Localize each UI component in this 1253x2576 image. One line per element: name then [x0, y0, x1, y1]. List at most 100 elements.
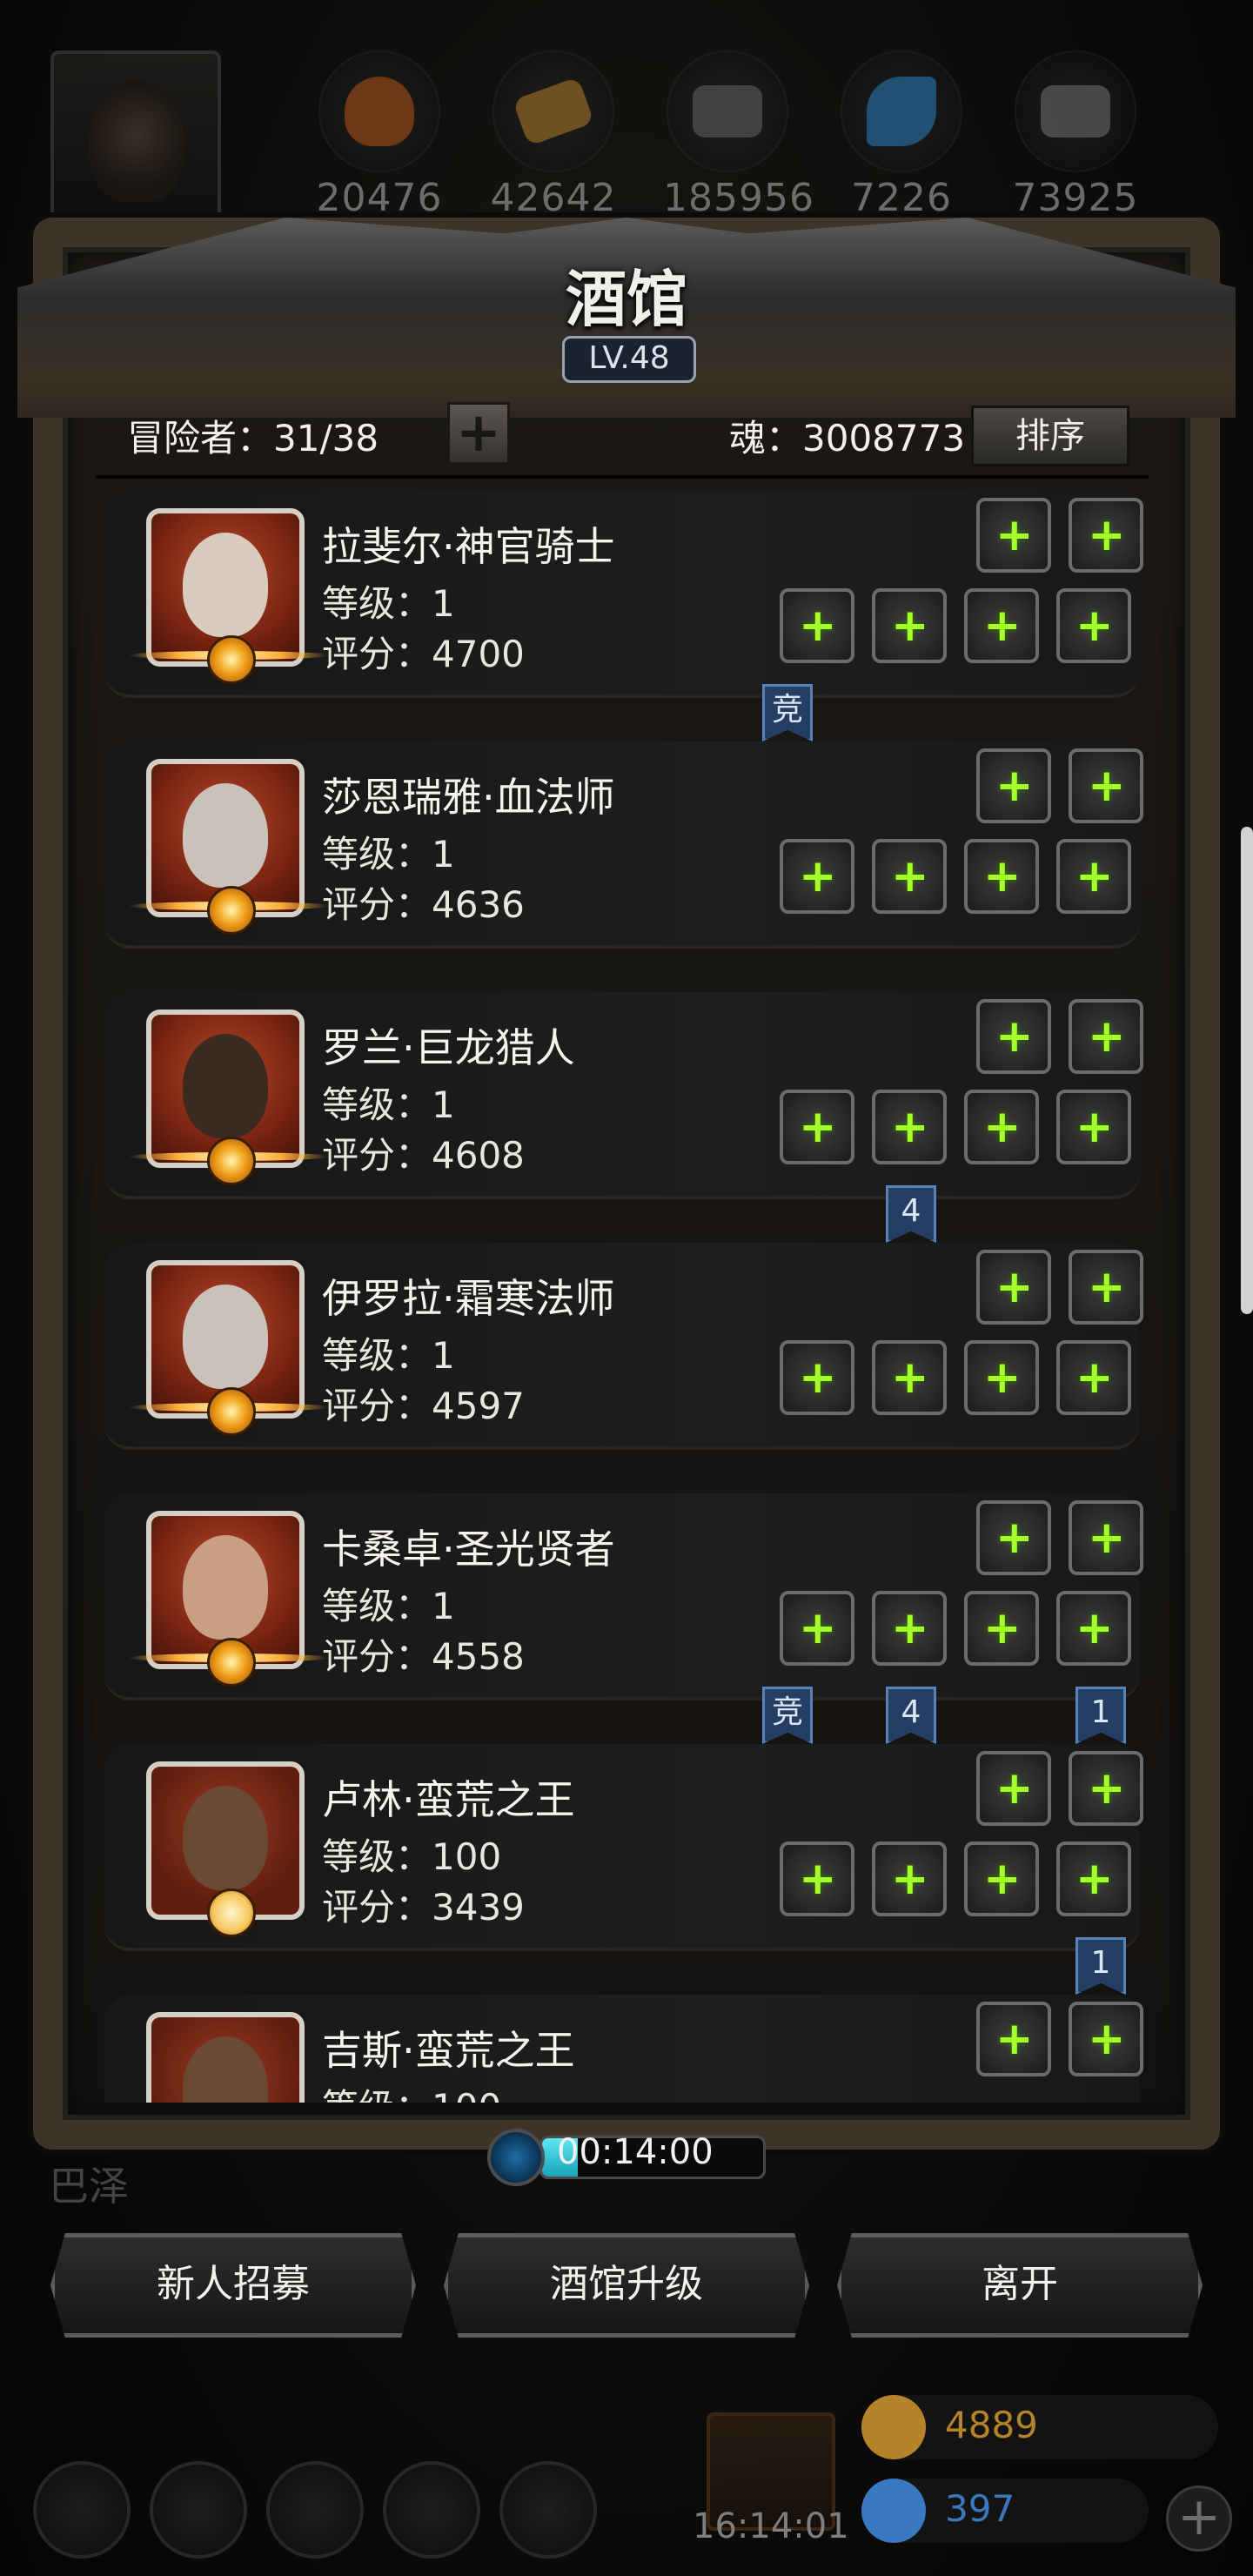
stone-icon	[1015, 50, 1136, 172]
armor-slot-icon[interactable]: +	[976, 498, 1051, 573]
wood-icon	[492, 50, 614, 172]
armor-slot-icon[interactable]: +	[1069, 2002, 1143, 2076]
weapon-slot-icon[interactable]: +	[780, 1841, 854, 1916]
chest-slot-icon[interactable]: +	[872, 1591, 947, 1666]
weapon-slot-icon[interactable]: +	[780, 588, 854, 663]
hero-card[interactable]: 吉斯·蛮荒之王 等级：100 + +	[104, 1995, 1143, 2103]
hero-face	[183, 1535, 268, 1640]
weapon-slot-icon[interactable]: +	[780, 1340, 854, 1415]
hero-level: 等级：100	[322, 1835, 502, 1878]
hero-avatar[interactable]	[129, 1511, 329, 1687]
hero-card[interactable]: 莎恩瑞雅·血法师 等级：1 评分：4636 + + + + + +	[104, 741, 1143, 949]
ring-slot-icon[interactable]: +	[964, 1591, 1039, 1666]
resource-crystal[interactable]: 7226	[837, 50, 966, 220]
arena-tag: 竞	[762, 684, 813, 741]
hero-score: 评分：4636	[322, 883, 525, 926]
leave-button[interactable]: 离开	[837, 2233, 1203, 2338]
armor-slot-icon[interactable]: +	[976, 1250, 1051, 1325]
amulet-slot-icon[interactable]: +	[1056, 1090, 1131, 1164]
hero-list[interactable]: 拉斐尔·神官骑士 等级：1 评分：4700 + + + + + + 竞 莎恩瑞雅…	[96, 479, 1157, 2103]
rank-emblem-icon	[207, 635, 256, 684]
armor-slot-icon[interactable]: +	[976, 1500, 1051, 1575]
weapon-slot-icon[interactable]: +	[780, 839, 854, 914]
hero-avatar[interactable]	[129, 1260, 329, 1436]
player-portrait[interactable]	[50, 50, 221, 221]
amulet-slot-icon[interactable]: +	[1056, 1841, 1131, 1916]
armor-slot-icon[interactable]: +	[1069, 748, 1143, 823]
ring-slot-icon[interactable]: +	[964, 588, 1039, 663]
resource-value: 73925	[1012, 176, 1139, 220]
hero-name: 莎恩瑞雅·血法师	[322, 774, 615, 821]
resource-iron[interactable]: 185956	[663, 50, 814, 220]
hero-card[interactable]: 伊罗拉·霜寒法师 等级：1 评分：4597 + + + + + +	[104, 1243, 1143, 1450]
chest-slot-icon[interactable]: +	[872, 588, 947, 663]
armor-slot-icon[interactable]: +	[976, 2002, 1051, 2076]
hero-avatar[interactable]	[129, 759, 329, 935]
inventory-icon[interactable]	[499, 2461, 597, 2559]
armor-slot-icon[interactable]: +	[1069, 498, 1143, 573]
armor-slot-icon[interactable]: +	[976, 748, 1051, 823]
ring-slot-icon[interactable]: +	[964, 1090, 1039, 1164]
armor-slot-icon[interactable]: +	[976, 999, 1051, 1074]
meat-icon	[318, 50, 440, 172]
hero-face	[183, 1786, 268, 1890]
hero-name: 拉斐尔·神官骑士	[322, 523, 615, 570]
hero-avatar[interactable]	[129, 508, 329, 684]
recruit-button[interactable]: 新人招募	[50, 2233, 416, 2338]
weapon-slot-icon[interactable]: +	[780, 1090, 854, 1164]
armor-slot-icon[interactable]: +	[1069, 1751, 1143, 1826]
chest-slot-icon[interactable]: +	[872, 839, 947, 914]
side-scroll-handle[interactable]	[1241, 827, 1253, 1314]
hero-menu-icon[interactable]	[266, 2461, 364, 2559]
hero-score: 评分：4558	[322, 1635, 525, 1678]
hero-card[interactable]: 罗兰·巨龙猎人 等级：1 评分：4608 + + + + + +	[104, 992, 1143, 1199]
gold-coin-icon	[861, 2395, 926, 2459]
armor-slot-icon[interactable]: +	[1069, 1250, 1143, 1325]
upgrade-tavern-button[interactable]: 酒馆升级	[444, 2233, 809, 2338]
hero-level: 等级：1	[322, 833, 455, 875]
armor-slot-icon[interactable]: +	[976, 1751, 1051, 1826]
amulet-slot-icon[interactable]: +	[1056, 839, 1131, 914]
ring-slot-icon[interactable]: +	[964, 1841, 1039, 1916]
hero-avatar[interactable]	[129, 1010, 329, 1185]
amulet-slot-icon[interactable]: +	[1056, 588, 1131, 663]
hero-card[interactable]: 卢林·蛮荒之王 等级：100 评分：3439 + + + + + +	[104, 1744, 1143, 1951]
sort-button[interactable]: 排序	[971, 406, 1129, 466]
hero-avatar[interactable]	[146, 1761, 305, 1937]
hero-level: 等级：1	[322, 1585, 455, 1627]
resource-stone[interactable]: 73925	[1011, 50, 1140, 220]
chest-slot-icon[interactable]: +	[872, 1340, 947, 1415]
hero-face	[183, 1285, 268, 1389]
weapon-slot-icon[interactable]: +	[780, 1591, 854, 1666]
ring-slot-icon[interactable]: +	[964, 1340, 1039, 1415]
gem-counter: 397	[861, 2479, 1149, 2543]
resource-wood[interactable]: 42642	[489, 50, 618, 220]
rank-emblem-icon	[207, 1387, 256, 1436]
hero-card[interactable]: 卡桑卓·圣光贤者 等级：1 评分：4558 + + + + + +	[104, 1493, 1143, 1701]
background-label: 巴泽	[49, 2163, 129, 2210]
crystal-icon	[841, 50, 962, 172]
armor-slot-icon[interactable]: +	[1069, 1500, 1143, 1575]
amulet-slot-icon[interactable]: +	[1056, 1340, 1131, 1415]
achievement-icon[interactable]	[150, 2461, 247, 2559]
gold-value: 4889	[945, 2404, 1038, 2446]
tavern-level-badge: LV.48	[562, 336, 696, 383]
hero-face	[183, 1034, 268, 1138]
hero-card[interactable]: 拉斐尔·神官骑士 等级：1 评分：4700 + + + + + +	[104, 491, 1143, 698]
settings-icon[interactable]	[33, 2461, 131, 2559]
add-slot-button[interactable]: +	[447, 402, 510, 465]
rank-emblem-icon	[207, 1137, 256, 1185]
amulet-slot-icon[interactable]: +	[1056, 1591, 1131, 1666]
rank-tag: 1	[1075, 1687, 1126, 1744]
resource-meat[interactable]: 20476	[315, 50, 444, 220]
hero-avatar[interactable]	[146, 2012, 305, 2103]
ring-slot-icon[interactable]: +	[964, 839, 1039, 914]
armor-slot-icon[interactable]: +	[1069, 999, 1143, 1074]
chest-slot-icon[interactable]: +	[872, 1841, 947, 1916]
chest-slot-icon[interactable]: +	[872, 1090, 947, 1164]
panel-title: 酒馆	[566, 263, 687, 335]
hero-face	[183, 783, 268, 888]
add-currency-button[interactable]: +	[1166, 2485, 1232, 2552]
resource-value: 7226	[851, 176, 952, 220]
mail-icon[interactable]	[383, 2461, 480, 2559]
